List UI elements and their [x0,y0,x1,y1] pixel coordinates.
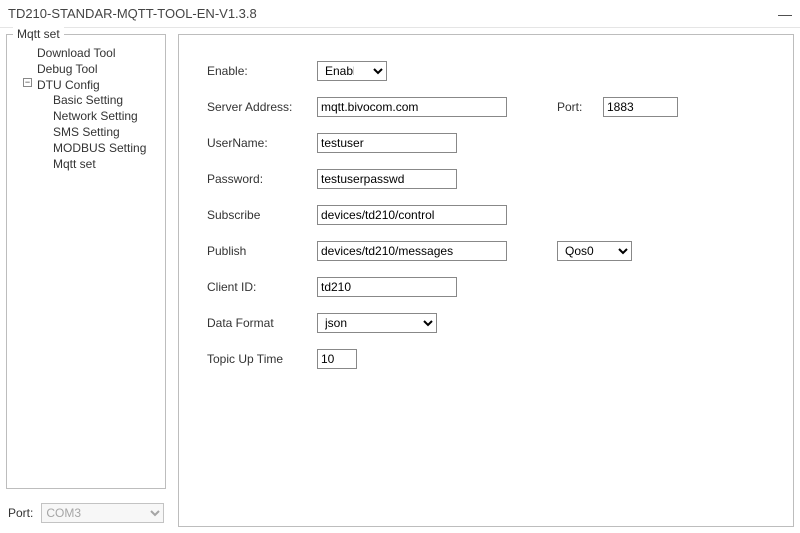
tree-item-download-tool[interactable]: Download Tool [25,45,161,61]
window-title: TD210-STANDAR-MQTT-TOOL-EN-V1.3.8 [8,6,257,21]
row-subscribe: Subscribe [207,205,775,225]
tree-item-label: DTU Config [37,78,100,92]
topicuptime-input[interactable] [317,349,357,369]
port-select[interactable]: COM3 [41,503,164,523]
port-input[interactable] [603,97,678,117]
server-label: Server Address: [207,100,307,114]
port-label-form: Port: [557,100,593,114]
minimize-button[interactable]: — [778,6,792,22]
config-tree[interactable]: Download Tool Debug Tool − DTU Config Ba… [11,41,161,173]
main-area: Mqtt set Download Tool Debug Tool − DTU … [0,28,800,533]
clientid-input[interactable] [317,277,457,297]
expand-icon[interactable]: − [23,78,32,87]
subscribe-label: Subscribe [207,208,307,222]
tree-item-debug-tool[interactable]: Debug Tool [25,61,161,77]
row-server: Server Address: Port: [207,97,775,117]
publish-label: Publish [207,244,307,258]
server-input[interactable] [317,97,507,117]
tree-groupbox: Mqtt set Download Tool Debug Tool − DTU … [6,34,166,489]
form-panel: Enable: Enable Server Address: Port: Use… [178,34,794,527]
tree-item-sms-setting[interactable]: SMS Setting [51,124,159,140]
row-password: Password: [207,169,775,189]
groupbox-label: Mqtt set [13,27,64,41]
titlebar-buttons: — [778,6,792,22]
row-dataformat: Data Format json [207,313,775,333]
dataformat-label: Data Format [207,316,307,330]
password-input[interactable] [317,169,457,189]
row-enable: Enable: Enable [207,61,775,81]
clientid-label: Client ID: [207,280,307,294]
tree-item-basic-setting[interactable]: Basic Setting [51,92,159,108]
username-input[interactable] [317,133,457,153]
password-label: Password: [207,172,307,186]
enable-label: Enable: [207,64,307,78]
row-publish: Publish Qos0 [207,241,775,261]
dataformat-select[interactable]: json [317,313,437,333]
tree-item-modbus-setting[interactable]: MODBUS Setting [51,140,159,156]
titlebar: TD210-STANDAR-MQTT-TOOL-EN-V1.3.8 — [0,0,800,28]
row-username: UserName: [207,133,775,153]
qos-select[interactable]: Qos0 [557,241,632,261]
port-label: Port: [8,506,33,520]
tree-item-dtu-config[interactable]: − DTU Config Basic Setting Network Setti… [25,77,161,173]
topicuptime-label: Topic Up Time [207,352,307,366]
row-topicuptime: Topic Up Time [207,349,775,369]
left-panel: Mqtt set Download Tool Debug Tool − DTU … [6,34,166,527]
tree-item-network-setting[interactable]: Network Setting [51,108,159,124]
tree-item-mqtt-set[interactable]: Mqtt set [51,156,159,172]
publish-input[interactable] [317,241,507,261]
row-clientid: Client ID: [207,277,775,297]
subscribe-input[interactable] [317,205,507,225]
enable-select[interactable]: Enable [317,61,387,81]
username-label: UserName: [207,136,307,150]
port-row: Port: COM3 [6,499,166,527]
